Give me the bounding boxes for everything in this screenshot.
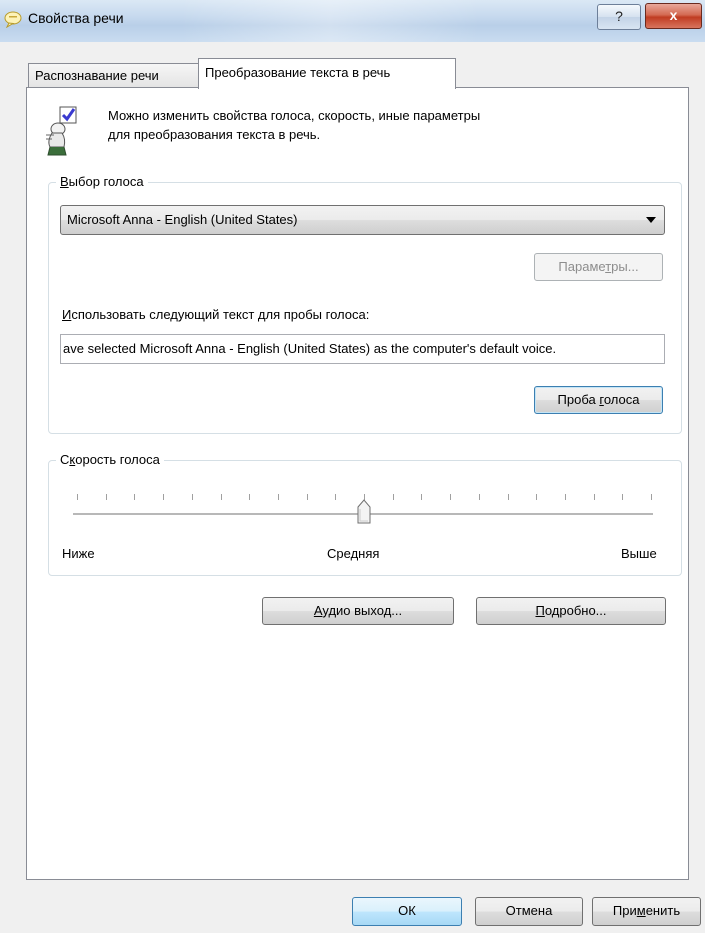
preview-button-post: олоса <box>603 392 640 407</box>
slider-tick <box>106 494 107 500</box>
voice-dropdown[interactable]: Microsoft Anna - English (United States) <box>60 205 665 235</box>
slider-tick <box>221 494 222 500</box>
ok-button[interactable]: ОК <box>352 897 462 926</box>
speech-properties-window: Свойства речи ? x Распознавание речи Пре… <box>0 0 705 933</box>
slider-tick <box>249 494 250 500</box>
tab-speech-recognition[interactable]: Распознавание речи <box>28 63 200 87</box>
title-bar-glass <box>180 0 480 42</box>
slider-tick <box>508 494 509 500</box>
voice-speed-title: Скорость голоса <box>56 452 164 467</box>
voice-dropdown-value: Microsoft Anna - English (United States) <box>67 212 298 227</box>
speed-low-label: Ниже <box>62 546 95 561</box>
speed-title-post: орость голоса <box>75 452 160 467</box>
tab-text-to-speech[interactable]: Преобразование текста в речь <box>198 58 456 89</box>
apply-label-hotkey: м <box>636 903 646 918</box>
apply-label-pre: При <box>612 903 637 918</box>
slider-tick <box>192 494 193 500</box>
chevron-down-icon <box>646 217 656 223</box>
slider-tick <box>335 494 336 500</box>
window-title: Свойства речи <box>28 10 124 26</box>
voice-selection-hotkey: В <box>60 174 69 189</box>
speech-app-icon <box>4 11 22 28</box>
settings-label-pre: Параме <box>558 259 606 274</box>
advanced-hotkey: П <box>535 603 545 618</box>
preview-text-label: Использовать следующий текст для пробы г… <box>62 307 369 322</box>
preview-text-input[interactable]: ave selected Microsoft Anna - English (U… <box>60 334 665 364</box>
title-bar[interactable]: Свойства речи ? x <box>0 0 705 42</box>
intro-line-1: Можно изменить свойства голоса, скорость… <box>108 108 481 123</box>
voice-selection-title: Выбор голоса <box>56 174 148 189</box>
speech-person-icon <box>46 106 77 156</box>
slider-tick <box>134 494 135 500</box>
slider-tick <box>651 494 652 500</box>
preview-button-pre: Проба <box>557 392 600 407</box>
slider-tick <box>421 494 422 500</box>
advanced-label: одробно... <box>544 603 607 618</box>
slider-tick <box>77 494 78 500</box>
audio-output-button[interactable]: Аудио выход... <box>262 597 454 625</box>
voice-selection-title-text: ыбор голоса <box>68 174 144 189</box>
voice-settings-button[interactable]: Параметры... <box>534 253 663 281</box>
apply-label-post: енить <box>645 903 681 918</box>
advanced-button[interactable]: Подробно... <box>476 597 666 625</box>
slider-tick <box>307 494 308 500</box>
preview-label-hotkey: И <box>62 307 72 322</box>
preview-label-text: спользовать следующий текст для пробы го… <box>71 307 370 322</box>
slider-tick <box>479 494 480 500</box>
slider-tick <box>393 494 394 500</box>
speed-mid-label: Средняя <box>327 546 380 561</box>
intro-line-2: для преобразования текста в речь. <box>108 127 321 142</box>
audio-output-label: удио выход... <box>322 603 403 618</box>
slider-tick <box>594 494 595 500</box>
slider-tick <box>622 494 623 500</box>
apply-button[interactable]: Применить <box>592 897 701 926</box>
speed-title-pre: С <box>60 452 70 467</box>
slider-tick <box>163 494 164 500</box>
slider-tick <box>565 494 566 500</box>
settings-label-post: ры... <box>611 259 639 274</box>
speed-high-label: Выше <box>621 546 657 561</box>
close-button[interactable]: x <box>645 3 702 29</box>
cancel-button[interactable]: Отмена <box>475 897 583 926</box>
slider-tick <box>450 494 451 500</box>
slider-tick <box>278 494 279 500</box>
preview-voice-button[interactable]: Проба голоса <box>534 386 663 414</box>
speed-slider-thumb[interactable] <box>357 499 371 525</box>
preview-text-value: ave selected Microsoft Anna - English (U… <box>63 341 557 356</box>
help-button[interactable]: ? <box>597 4 641 30</box>
slider-tick <box>536 494 537 500</box>
